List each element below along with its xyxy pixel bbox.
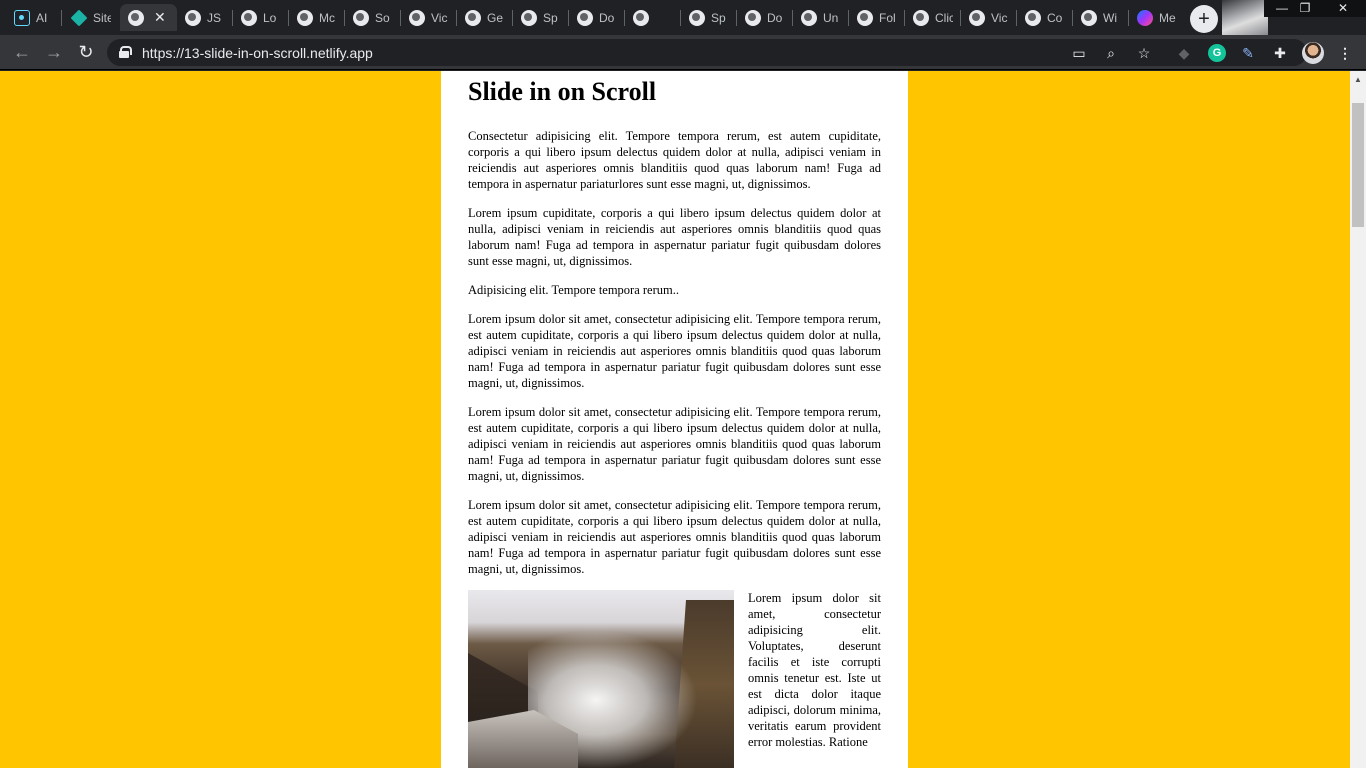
tab-un[interactable]: Un xyxy=(793,4,849,31)
tab-label: Site xyxy=(93,10,111,25)
tab-label: Sp xyxy=(543,10,558,25)
side-paragraph: Lorem ipsum dolor sit amet, consectetur … xyxy=(748,591,881,749)
tab-vic-2[interactable]: Vic xyxy=(961,4,1017,31)
zoom-icon[interactable]: ⌕ xyxy=(1102,44,1120,62)
grammarly-icon[interactable]: G xyxy=(1208,44,1226,62)
page-viewport: Slide in on Scroll Consectetur adipisici… xyxy=(0,71,1350,768)
address-bar[interactable]: https://13-slide-in-on-scroll.netlify.ap… xyxy=(107,39,1307,66)
tab-co[interactable]: Co xyxy=(1017,4,1073,31)
globe-icon xyxy=(969,9,985,26)
scroll-thumb[interactable] xyxy=(1352,103,1364,227)
tab-lo[interactable]: Lo xyxy=(233,4,289,31)
lock-icon[interactable] xyxy=(119,46,132,58)
tab-do-2[interactable]: Do xyxy=(737,4,793,31)
globe-icon xyxy=(745,9,761,26)
kebab-menu-icon[interactable]: ⋮ xyxy=(1336,44,1354,62)
paragraph: Lorem ipsum dolor sit amet, consectetur … xyxy=(468,312,881,390)
waterfall-photo xyxy=(468,590,734,768)
globe-icon xyxy=(1025,9,1041,26)
diamond-icon xyxy=(70,9,88,26)
browser-toolbar: ← → ↻ https://13-slide-in-on-scroll.netl… xyxy=(0,35,1366,70)
tab-label: Vic xyxy=(431,10,448,25)
tab-label: Sp xyxy=(711,10,726,25)
restore-button[interactable]: ❐ xyxy=(1290,0,1320,17)
site-container: Slide in on Scroll Consectetur adipisici… xyxy=(441,71,908,768)
globe-icon xyxy=(409,9,425,26)
globe-icon xyxy=(128,9,144,26)
globe-icon xyxy=(801,9,817,26)
tab-ai[interactable]: AI xyxy=(6,4,62,31)
tab-label: So xyxy=(375,10,390,25)
tab-label: Mc xyxy=(319,10,335,25)
tab-ge[interactable]: Ge xyxy=(457,4,513,31)
back-button[interactable]: ← xyxy=(10,40,34,64)
tab-sp-2[interactable]: Sp xyxy=(681,4,737,31)
tab-label: Do xyxy=(767,10,783,25)
tab-mc[interactable]: Mc xyxy=(289,4,345,31)
tab-clic[interactable]: Clic xyxy=(905,4,961,31)
globe-icon xyxy=(353,9,369,26)
paragraph: Lorem ipsum dolor sit amet, consectetur … xyxy=(468,405,881,483)
tab-do[interactable]: Do xyxy=(569,4,625,31)
tab-active[interactable]: ✕ xyxy=(120,4,177,31)
tab-label: JS xyxy=(207,10,222,25)
url-text[interactable]: https://13-slide-in-on-scroll.netlify.ap… xyxy=(142,45,373,61)
globe-icon xyxy=(577,9,593,26)
globe-icon xyxy=(633,9,649,26)
globe-icon xyxy=(465,9,481,26)
tab-fol[interactable]: Fol xyxy=(849,4,905,31)
scroll-up-arrow-icon[interactable]: ▲ xyxy=(1350,71,1366,88)
pen-extension-icon[interactable]: ✎ xyxy=(1239,44,1257,62)
close-icon[interactable]: ✕ xyxy=(154,9,166,26)
tab-label: Un xyxy=(823,10,839,25)
messenger-icon xyxy=(1137,9,1153,26)
globe-icon xyxy=(185,9,201,26)
puzzle-extensions-icon[interactable]: ✚ xyxy=(1271,44,1289,62)
globe-icon xyxy=(521,9,537,26)
avatar[interactable] xyxy=(1302,42,1324,64)
tab-me[interactable]: Me xyxy=(1129,4,1185,31)
tab-label: Clic xyxy=(935,10,953,25)
globe-icon xyxy=(241,9,257,26)
bookmark-star-icon[interactable]: ☆ xyxy=(1135,44,1153,62)
tab-label: Wi xyxy=(1103,10,1117,25)
paragraph: Lorem ipsum cupiditate, corporis a qui l… xyxy=(468,206,881,268)
tab-wi[interactable]: Wi xyxy=(1073,4,1129,31)
tab-label: Me xyxy=(1159,10,1176,25)
tab-vic[interactable]: Vic xyxy=(401,4,457,31)
tab-label: Vic xyxy=(991,10,1008,25)
extension-icon[interactable]: ◆ xyxy=(1175,44,1193,62)
tab-strip: AI Site ✕ JS Lo Mc So Vic Ge Sp Do Sp Do… xyxy=(0,0,1366,35)
globe-icon xyxy=(297,9,313,26)
tab-label: Do xyxy=(599,10,615,25)
tab-untitled[interactable] xyxy=(625,4,681,31)
tab-so[interactable]: So xyxy=(345,4,401,31)
paragraph: Consectetur adipisicing elit. Tempore te… xyxy=(468,129,881,191)
paragraph: Lorem ipsum dolor sit amet, consectetur … xyxy=(468,498,881,576)
tab-label: Co xyxy=(1047,10,1063,25)
tab-js[interactable]: JS xyxy=(177,4,233,31)
tab-label: Lo xyxy=(263,10,277,25)
globe-icon xyxy=(689,9,705,26)
cast-icon[interactable]: ▭ xyxy=(1070,44,1088,62)
scrollbar[interactable]: ▲ xyxy=(1350,71,1366,768)
globe-icon xyxy=(1081,9,1097,26)
new-tab-button[interactable]: + xyxy=(1190,5,1218,33)
tab-sp[interactable]: Sp xyxy=(513,4,569,31)
page-title: Slide in on Scroll xyxy=(468,77,657,106)
tab-label: Ge xyxy=(487,10,504,25)
image-text-row: Lorem ipsum dolor sit amet, consectetur … xyxy=(468,590,881,768)
tab-label: Fol xyxy=(879,10,896,25)
theme-decoration xyxy=(1222,0,1268,35)
globe-icon xyxy=(913,9,929,26)
paragraph: Adipisicing elit. Tempore tempora rerum.… xyxy=(468,283,679,297)
reload-button[interactable]: ↻ xyxy=(74,40,98,64)
forward-button[interactable]: → xyxy=(42,40,66,64)
window-close-button[interactable]: ✕ xyxy=(1320,0,1366,17)
tab-label: AI xyxy=(36,10,48,25)
globe-icon xyxy=(857,9,873,26)
react-icon xyxy=(14,9,30,26)
tab-site[interactable]: Site xyxy=(63,4,119,31)
